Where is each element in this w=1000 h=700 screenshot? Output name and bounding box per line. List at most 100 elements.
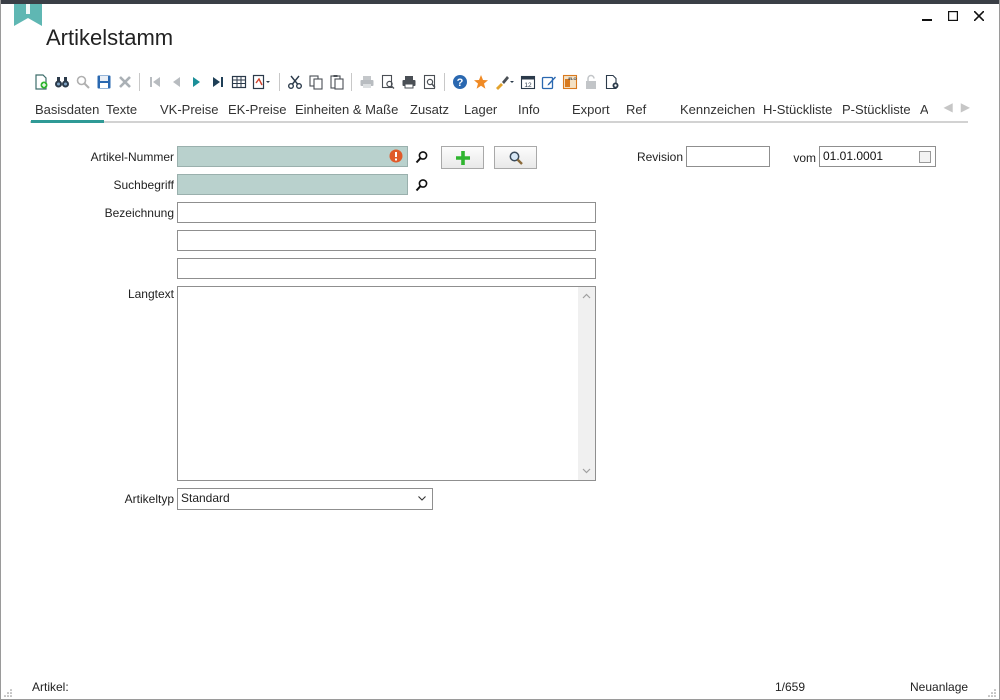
tab-einheiten-masse[interactable]: Einheiten & Maße <box>295 102 398 117</box>
tab-basisdaten[interactable]: Basisdaten <box>35 102 99 117</box>
tab-p-stueckliste[interactable]: P-Stückliste <box>842 102 911 117</box>
tab-zusatz[interactable]: Zusatz <box>410 102 449 117</box>
bezeichnung-field-2[interactable] <box>177 230 596 251</box>
resize-grip-icon <box>4 689 12 697</box>
bezeichnung-field-3[interactable] <box>177 258 596 279</box>
revision-field[interactable] <box>686 146 770 167</box>
record-counter: 1/659 <box>775 680 806 694</box>
copy-icon[interactable] <box>305 72 326 92</box>
preview-icon[interactable] <box>419 72 440 92</box>
active-tab-indicator <box>31 120 104 123</box>
tab-lager[interactable]: Lager <box>464 102 497 117</box>
brush-dropdown-icon[interactable] <box>491 72 517 92</box>
window-controls <box>914 6 992 26</box>
first-record-icon <box>144 72 165 92</box>
langtext-textarea[interactable] <box>177 286 596 481</box>
print-setup-icon[interactable] <box>398 72 419 92</box>
tab-scroll-arrows: ◀ ▶ <box>944 100 970 114</box>
calendar-icon[interactable]: 12 <box>517 72 538 92</box>
langtext-scrollbar[interactable] <box>578 287 595 480</box>
maximize-icon <box>948 11 958 21</box>
favorite-icon[interactable] <box>470 72 491 92</box>
binoculars-icon[interactable] <box>51 72 72 92</box>
bezeichnung-label: Bezeichnung <box>104 206 174 220</box>
magnifier-icon <box>509 151 523 165</box>
last-record-icon[interactable] <box>207 72 228 92</box>
report-dropdown-icon[interactable] <box>249 72 275 92</box>
paste-icon[interactable] <box>326 72 347 92</box>
new-icon[interactable] <box>30 72 51 92</box>
bookmark-icon[interactable] <box>14 4 42 26</box>
artikeltyp-label: Artikeltyp <box>124 492 174 506</box>
close-icon <box>974 11 984 21</box>
artikeltyp-select[interactable]: Standard <box>177 488 433 510</box>
artikel-nummer-lookup-button[interactable] <box>410 146 434 167</box>
table-view-icon[interactable] <box>228 72 249 92</box>
revision-label: Revision <box>636 150 683 164</box>
edit-icon[interactable] <box>538 72 559 92</box>
tab-ref[interactable]: Ref <box>626 102 646 117</box>
minimize-button[interactable] <box>914 6 940 26</box>
search-button[interactable] <box>494 146 537 169</box>
settings-document-icon[interactable] <box>601 72 622 92</box>
tab-scroll-right-icon[interactable]: ▶ <box>961 100 970 114</box>
artikel-nummer-field[interactable] <box>177 146 408 167</box>
tab-texte[interactable]: Texte <box>106 102 137 117</box>
scroll-down-icon[interactable] <box>578 464 595 478</box>
status-bar: Artikel: 1/659 Neuanlage <box>0 672 1000 700</box>
tab-bar: Basisdaten Texte VK-Preise EK-Preise Ein… <box>30 100 970 124</box>
vom-label: vom <box>793 151 816 165</box>
close-button[interactable] <box>966 6 992 26</box>
window-top-border <box>0 0 1000 4</box>
svg-text:12: 12 <box>524 82 532 89</box>
tab-h-stueckliste[interactable]: H-Stückliste <box>763 102 832 117</box>
next-record-icon[interactable] <box>186 72 207 92</box>
suchbegriff-label: Suchbegriff <box>113 178 175 192</box>
maximize-button[interactable] <box>940 6 966 26</box>
tab-kennzeichen[interactable]: Kennzeichen <box>680 102 755 117</box>
status-entity-label: Artikel: <box>32 680 69 694</box>
tab-export[interactable]: Export <box>572 102 610 117</box>
scroll-up-icon[interactable] <box>578 289 595 303</box>
search-icon <box>415 150 428 163</box>
suchbegriff-field[interactable] <box>177 174 408 195</box>
vom-date-value: 01.01.0001 <box>823 149 884 163</box>
tab-bar-baseline <box>30 121 968 123</box>
tab-truncated[interactable]: A <box>920 102 928 117</box>
toolbar-separator <box>279 73 280 91</box>
bezeichnung-field-1[interactable] <box>177 202 596 223</box>
tab-ek-preise[interactable]: EK-Preise <box>228 102 287 117</box>
add-button[interactable] <box>441 146 484 169</box>
print-icon <box>356 72 377 92</box>
svg-text:?: ? <box>456 77 463 89</box>
toolbar-separator <box>351 73 352 91</box>
toolbar-separator <box>444 73 445 91</box>
error-icon <box>389 149 403 163</box>
resize-grip-icon[interactable] <box>988 689 996 697</box>
toolbar: ? 12 ELO <box>30 72 622 92</box>
save-icon[interactable] <box>93 72 114 92</box>
minimize-icon <box>922 19 932 21</box>
tab-scroll-left-icon[interactable]: ◀ <box>944 100 953 114</box>
cut-icon[interactable] <box>284 72 305 92</box>
langtext-label: Langtext <box>127 287 174 301</box>
lock-icon <box>580 72 601 92</box>
artikel-nummer-label: Artikel-Nummer <box>90 150 174 164</box>
search-icon <box>415 178 428 191</box>
delete-icon <box>114 72 135 92</box>
toolbar-separator <box>139 73 140 91</box>
tab-info[interactable]: Info <box>518 102 540 117</box>
help-icon[interactable]: ? <box>449 72 470 92</box>
tab-vk-preise[interactable]: VK-Preise <box>160 102 219 117</box>
suchbegriff-lookup-button[interactable] <box>410 174 434 195</box>
previous-record-icon <box>165 72 186 92</box>
mode-indicator: Neuanlage <box>910 680 969 694</box>
search-icon <box>72 72 93 92</box>
date-picker-button[interactable] <box>919 151 931 163</box>
svg-text:ELO: ELO <box>568 76 576 81</box>
artikeltyp-value: Standard <box>181 491 230 505</box>
page-title: Artikelstamm <box>46 25 174 50</box>
plus-icon <box>455 150 470 165</box>
print-preview-icon[interactable] <box>377 72 398 92</box>
elo-icon[interactable]: ELO <box>559 72 580 92</box>
